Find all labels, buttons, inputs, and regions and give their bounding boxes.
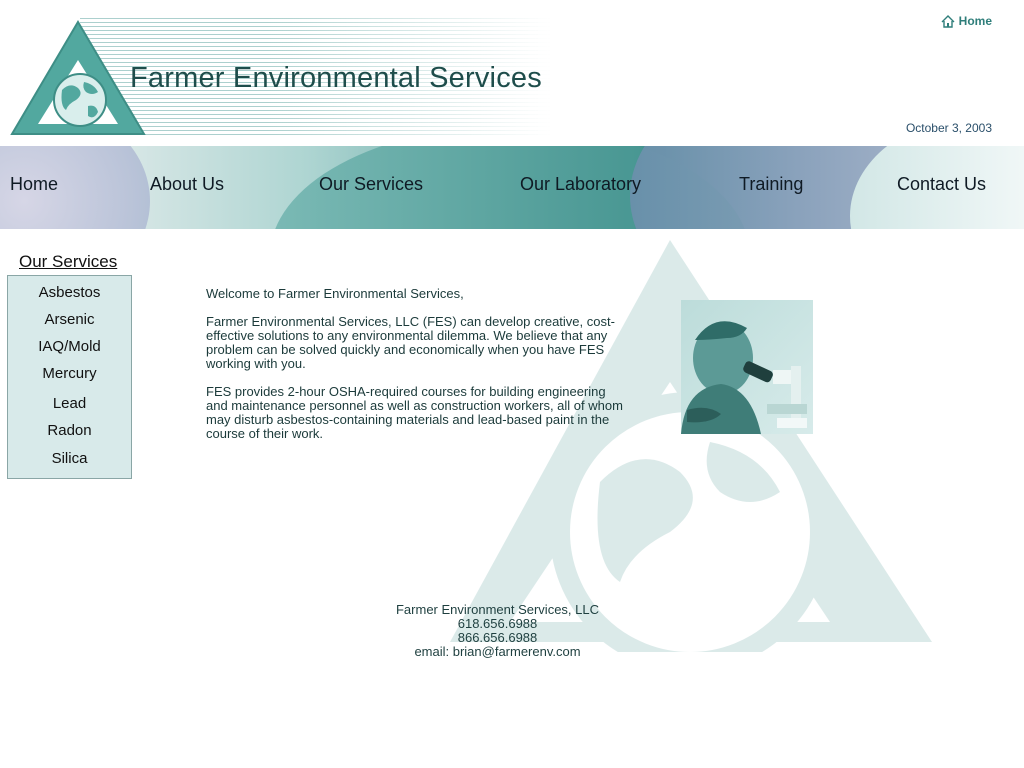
footer-email[interactable]: email: brian@farmerenv.com [0, 645, 995, 659]
site-title: Farmer Environmental Services [130, 62, 542, 94]
site-footer: Farmer Environment Services, LLC 618.656… [0, 603, 995, 659]
scientist-with-microscope-photo [681, 300, 813, 434]
sidebar-heading[interactable]: Our Services [19, 252, 117, 272]
nav-our-laboratory[interactable]: Our Laboratory [520, 174, 641, 195]
footer-company: Farmer Environment Services, LLC [395, 602, 599, 617]
nav-home[interactable]: Home [10, 174, 58, 195]
sidebar-item-silica[interactable]: Silica [8, 450, 131, 467]
nav-contact-us[interactable]: Contact Us [897, 174, 986, 195]
house-icon [941, 14, 955, 28]
sidebar-item-radon[interactable]: Radon [8, 422, 131, 439]
services-menu: Asbestos Arsenic IAQ/Mold Mercury Lead R… [7, 275, 132, 479]
home-link[interactable]: Home [941, 14, 992, 28]
training-paragraph: FES provides 2-hour OSHA-required course… [206, 384, 623, 441]
footer-phone-2: 866.656.6988 [457, 630, 538, 645]
site-header: Farmer Environmental Services Home Octob… [0, 0, 1024, 146]
sidebar-item-mercury[interactable]: Mercury [8, 365, 131, 382]
sidebar-item-arsenic[interactable]: Arsenic [8, 311, 131, 328]
intro-paragraph: Farmer Environmental Services, LLC (FES)… [206, 314, 615, 371]
main-content: Welcome to Farmer Environmental Services… [206, 287, 626, 455]
current-date: October 3, 2003 [905, 121, 992, 135]
nav-our-services[interactable]: Our Services [319, 174, 423, 195]
welcome-text: Welcome to Farmer Environmental Services… [206, 286, 464, 301]
nav-about-us[interactable]: About Us [150, 174, 224, 195]
sidebar-item-iaq-mold[interactable]: IAQ/Mold [8, 338, 131, 355]
triangle-globe-logo[interactable] [10, 20, 146, 136]
footer-phone-1: 618.656.6988 [457, 616, 538, 631]
sidebar-item-asbestos[interactable]: Asbestos [8, 284, 131, 301]
sidebar-item-lead[interactable]: Lead [8, 395, 131, 412]
main-navigation: Home About Us Our Services Our Laborator… [0, 146, 1024, 229]
home-link-label[interactable]: Home [959, 14, 992, 28]
nav-training[interactable]: Training [739, 174, 803, 195]
